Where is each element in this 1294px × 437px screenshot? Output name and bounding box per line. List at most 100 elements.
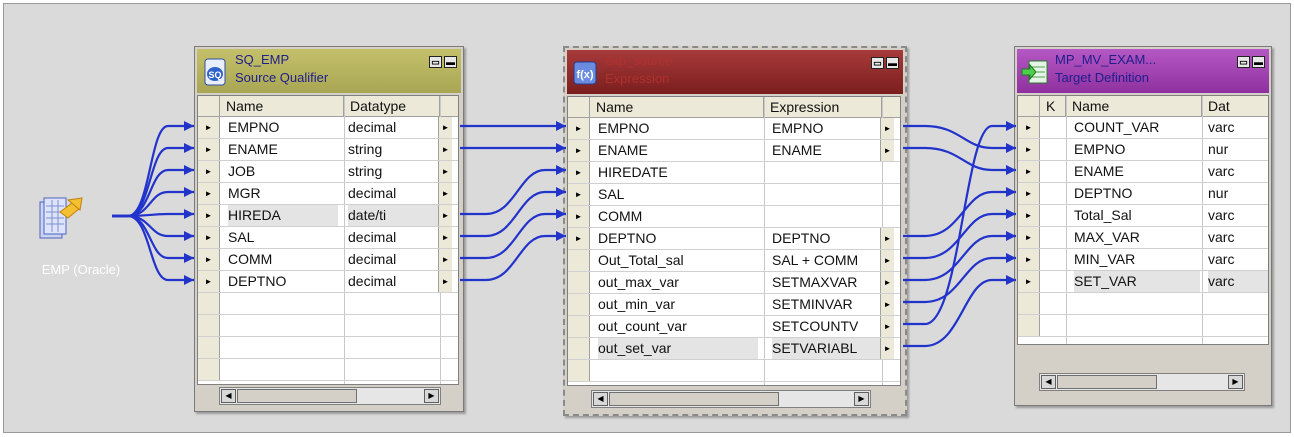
restore-button[interactable]: ▭ <box>1237 56 1250 68</box>
sq-horizontal-scrollbar[interactable]: ◀ ▶ <box>219 387 441 405</box>
tgt-horizontal-scrollbar[interactable]: ◀ ▶ <box>1039 373 1245 391</box>
scroll-thumb[interactable] <box>1057 375 1157 389</box>
row-select-handle[interactable]: ► <box>198 139 220 160</box>
row-select-handle[interactable]: ► <box>198 161 220 182</box>
column-header-datatype[interactable]: Dat <box>1202 96 1268 117</box>
port-row[interactable]: ► ENAME ENAME ► <box>568 140 900 162</box>
port-row[interactable]: ► HIREDATE <box>568 162 900 184</box>
port-row[interactable]: ► ENAME varc <box>1018 161 1268 183</box>
port-row[interactable]: Out_Total_sal SAL + COMM ► <box>568 250 900 272</box>
row-select-handle[interactable]: ► <box>198 249 220 270</box>
port-row[interactable]: ► HIREDA date/ti ► <box>198 205 458 227</box>
port-row[interactable]: ► ENAME string ► <box>198 139 458 161</box>
output-port-handle[interactable]: ► <box>438 161 452 182</box>
restore-button[interactable]: ▭ <box>429 56 442 68</box>
output-port-handle[interactable]: ► <box>880 140 894 161</box>
output-port-handle[interactable]: ► <box>438 117 452 138</box>
minimize-button[interactable]: ▬ <box>886 57 899 69</box>
sq-port-grid[interactable]: Name Datatype ► EMPNO decimal ► ► ENAME string… <box>197 95 459 385</box>
source-definition[interactable]: EMP (Oracle) <box>26 190 136 280</box>
scroll-right-button[interactable]: ▶ <box>424 389 439 403</box>
port-row[interactable]: ► MAX_VAR varc <box>1018 227 1268 249</box>
row-select-handle[interactable]: ► <box>1018 161 1040 182</box>
minimize-button[interactable]: ▬ <box>1252 56 1265 68</box>
port-row[interactable]: ► MIN_VAR varc <box>1018 249 1268 271</box>
row-select-handle[interactable] <box>568 316 590 337</box>
expression-transformation[interactable]: f(x) exp_source Expression ▭ ▬ Name Expr… <box>563 46 907 416</box>
port-row[interactable]: ► EMPNO EMPNO ► <box>568 118 900 140</box>
row-select-handle[interactable]: ► <box>1018 249 1040 270</box>
scroll-left-button[interactable]: ◀ <box>593 392 608 406</box>
row-select-handle[interactable]: ► <box>198 227 220 248</box>
row-select-handle[interactable]: ► <box>1018 205 1040 226</box>
output-port-handle[interactable]: ► <box>880 338 894 359</box>
exp-horizontal-scrollbar[interactable]: ◀ ▶ <box>591 390 871 408</box>
output-port-handle[interactable]: ► <box>880 316 894 337</box>
scroll-thumb[interactable] <box>237 389 357 403</box>
port-row[interactable]: out_count_var SETCOUNTV ► <box>568 316 900 338</box>
row-select-handle[interactable]: ► <box>568 162 590 183</box>
row-select-handle[interactable]: ► <box>568 140 590 161</box>
port-row[interactable]: ► EMPNO decimal ► <box>198 117 458 139</box>
output-port-handle[interactable]: ► <box>438 271 452 292</box>
port-row[interactable]: ► SAL decimal ► <box>198 227 458 249</box>
output-port-handle[interactable]: ► <box>880 250 894 271</box>
scroll-right-button[interactable]: ▶ <box>854 392 869 406</box>
row-select-handle[interactable]: ► <box>198 117 220 138</box>
output-port-handle[interactable]: ► <box>438 139 452 160</box>
row-select-handle[interactable]: ► <box>198 183 220 204</box>
port-row[interactable]: out_max_var SETMAXVAR ► <box>568 272 900 294</box>
port-row[interactable]: ► COMM <box>568 206 900 228</box>
port-row[interactable]: ► DEPTNO nur <box>1018 183 1268 205</box>
source-qualifier-transformation[interactable]: SQ SQ_EMP Source Qualifier ▭ ▬ Name Data… <box>194 46 464 412</box>
column-header-key[interactable]: K <box>1040 96 1066 117</box>
row-select-handle[interactable]: ► <box>568 184 590 205</box>
output-port-handle[interactable]: ► <box>880 272 894 293</box>
scroll-thumb[interactable] <box>609 392 779 406</box>
exp-port-grid[interactable]: Name Expression ► EMPNO EMPNO ► ► ENAME ENAME ►… <box>567 96 901 386</box>
port-row[interactable]: out_set_var SETVARIABL ► <box>568 338 900 360</box>
column-header-name[interactable]: Name <box>590 97 764 118</box>
row-select-handle[interactable]: ► <box>1018 183 1040 204</box>
row-select-handle[interactable]: ► <box>1018 117 1040 138</box>
row-select-handle[interactable]: ► <box>568 228 590 249</box>
output-port-handle[interactable]: ► <box>880 228 894 249</box>
scroll-right-button[interactable]: ▶ <box>1228 375 1243 389</box>
port-row[interactable]: ► DEPTNO DEPTNO ► <box>568 228 900 250</box>
port-row[interactable]: ► COUNT_VAR varc <box>1018 117 1268 139</box>
port-row[interactable]: ► EMPNO nur <box>1018 139 1268 161</box>
port-row[interactable]: out_min_var SETMINVAR ► <box>568 294 900 316</box>
scroll-left-button[interactable]: ◀ <box>1041 375 1056 389</box>
port-row[interactable]: ► SAL <box>568 184 900 206</box>
tgt-port-grid[interactable]: K Name Dat ► COUNT_VAR varc ► EMPNO nur ► ENAME… <box>1017 95 1269 345</box>
row-select-handle[interactable]: ► <box>198 271 220 292</box>
output-port-handle[interactable]: ► <box>438 183 452 204</box>
row-select-handle[interactable] <box>568 250 590 271</box>
target-definition[interactable]: MP_MV_EXAM... Target Definition ▭ ▬ K Na… <box>1014 46 1272 406</box>
output-port-handle[interactable]: ► <box>438 205 452 226</box>
row-select-handle[interactable]: ► <box>1018 227 1040 248</box>
port-row[interactable]: ► JOB string ► <box>198 161 458 183</box>
output-port-handle[interactable]: ► <box>438 249 452 270</box>
port-row[interactable]: ► Total_Sal varc <box>1018 205 1268 227</box>
row-select-handle[interactable]: ► <box>1018 139 1040 160</box>
tgt-header[interactable]: MP_MV_EXAM... Target Definition ▭ ▬ <box>1017 49 1269 93</box>
exp-header[interactable]: f(x) exp_source Expression ▭ ▬ <box>567 50 903 94</box>
column-header-datatype[interactable]: Datatype <box>344 96 440 117</box>
output-port-handle[interactable]: ► <box>438 227 452 248</box>
port-row[interactable]: ► DEPTNO decimal ► <box>198 271 458 293</box>
restore-button[interactable]: ▭ <box>871 57 884 69</box>
row-select-handle[interactable]: ► <box>198 205 220 226</box>
output-port-handle[interactable]: ► <box>880 118 894 139</box>
column-header-name[interactable]: Name <box>1066 96 1202 117</box>
port-row[interactable]: ► COMM decimal ► <box>198 249 458 271</box>
row-select-handle[interactable] <box>568 294 590 315</box>
row-select-handle[interactable]: ► <box>568 206 590 227</box>
minimize-button[interactable]: ▬ <box>444 56 457 68</box>
row-select-handle[interactable] <box>568 338 590 359</box>
scroll-left-button[interactable]: ◀ <box>221 389 236 403</box>
row-select-handle[interactable]: ► <box>1018 271 1040 292</box>
column-header-expression[interactable]: Expression <box>764 97 882 118</box>
row-select-handle[interactable]: ► <box>568 118 590 139</box>
port-row[interactable]: ► SET_VAR varc <box>1018 271 1268 293</box>
